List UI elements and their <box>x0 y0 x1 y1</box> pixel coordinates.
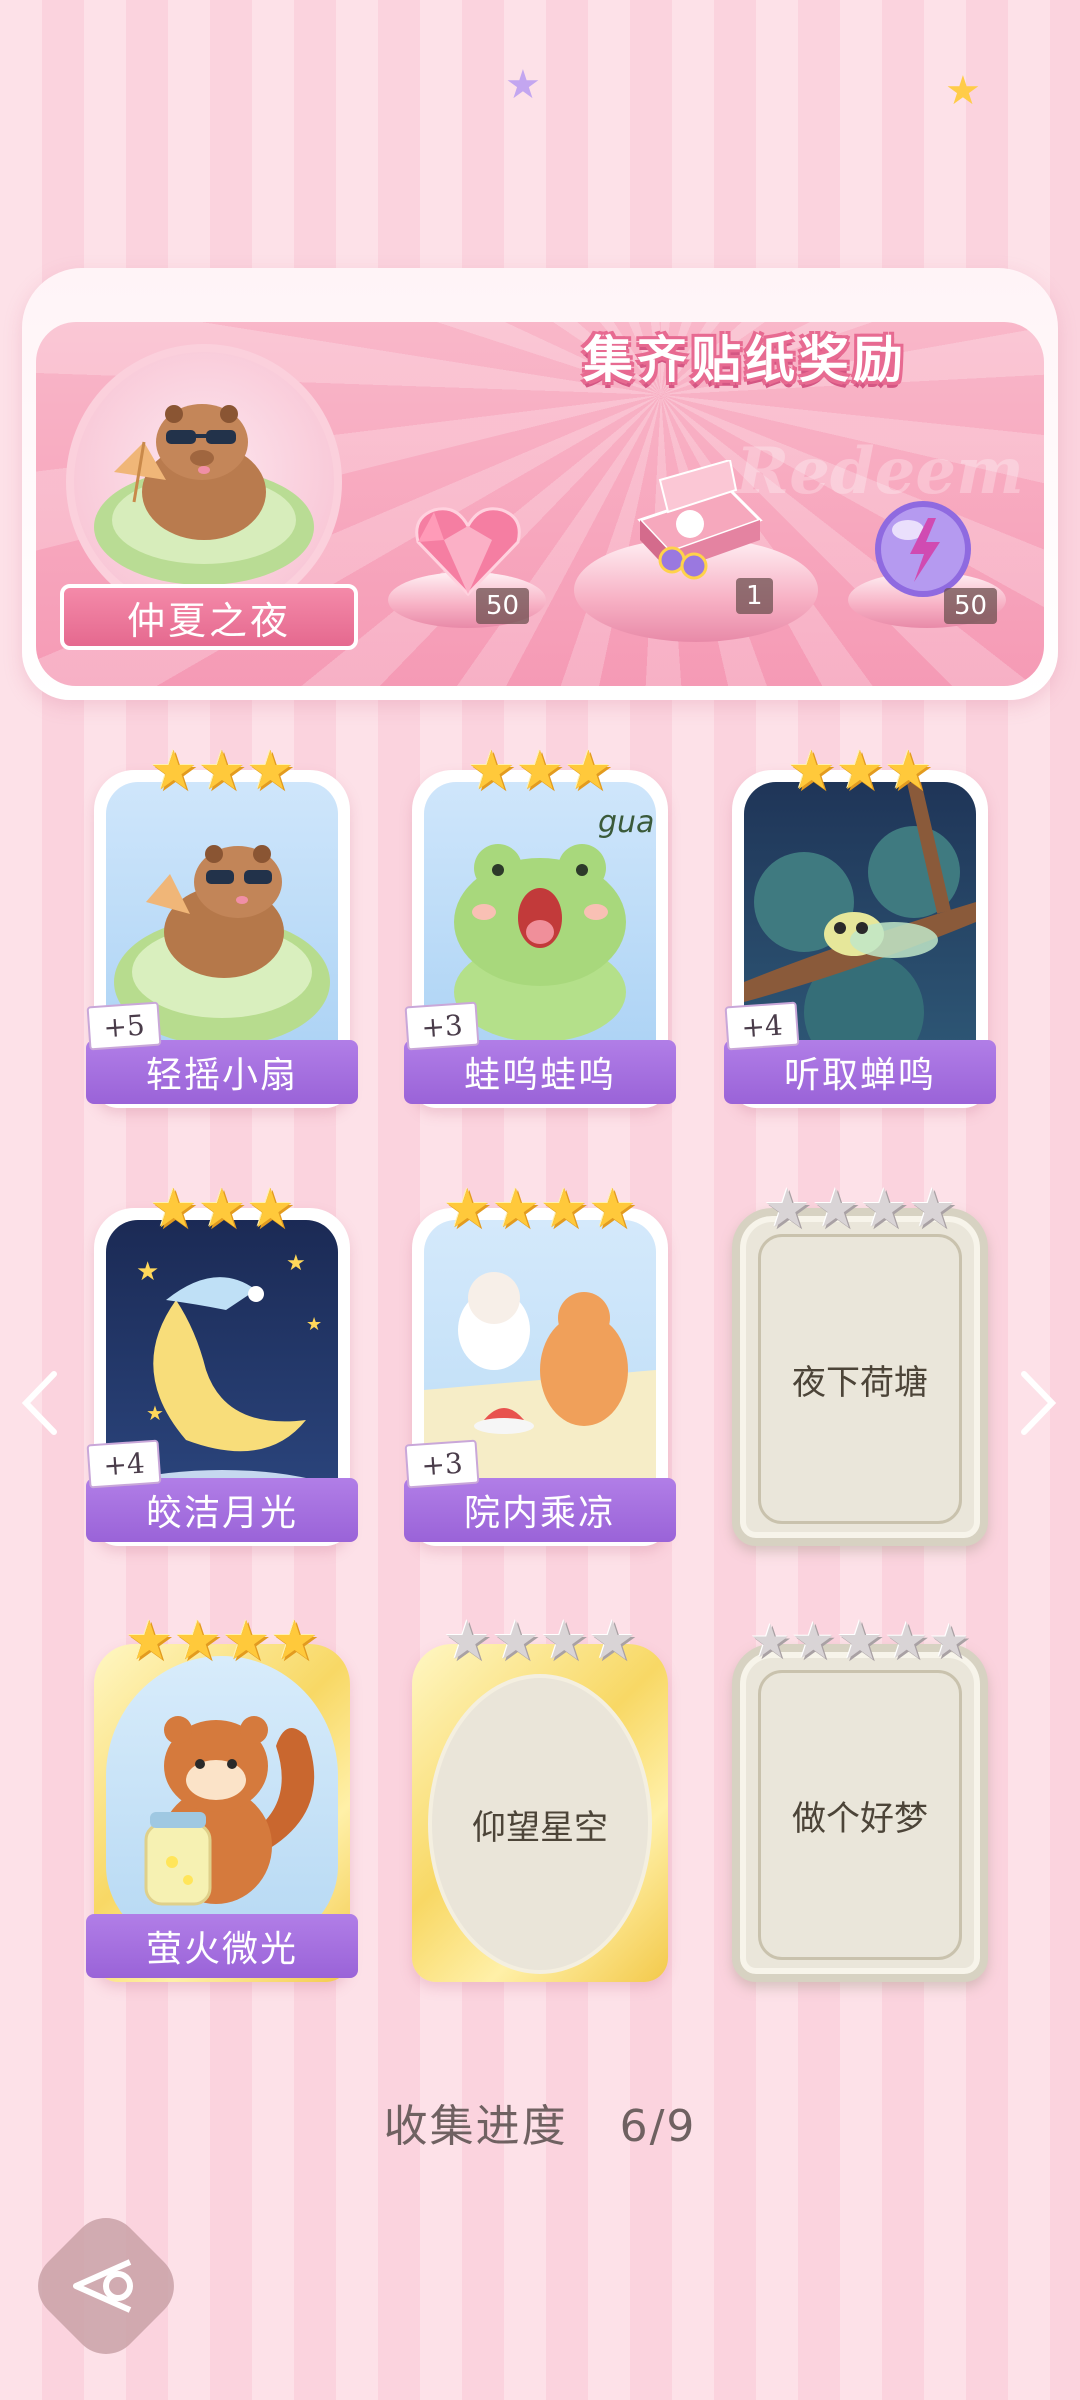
chevron-right-icon <box>1021 1371 1057 1435</box>
sticker-card-1[interactable]: ★ ★ ★ 轻摇小扇 +5 <box>86 742 358 1108</box>
back-arrow-icon <box>73 2259 133 2313</box>
svg-text:★: ★ <box>286 1251 306 1276</box>
star-empty-icon: ★ <box>860 1177 909 1240</box>
star-icon: ★ <box>149 739 198 802</box>
collection-progress: 收集进度 6/9 <box>0 2090 1080 2154</box>
star-empty-icon: ★ <box>540 1609 589 1672</box>
star-icon: ★ <box>588 1177 637 1240</box>
star-empty-icon: ★ <box>908 1177 957 1240</box>
banner-title-container: 集齐贴纸奖励 <box>520 316 970 396</box>
star-icon: ★ <box>149 1177 198 1240</box>
sticker-card-9[interactable]: 做个好梦 ★ ★ ★ ★ ★ <box>732 1612 988 1982</box>
bonus-tag: +5 <box>86 1001 162 1051</box>
sticker-name: 皎洁月光 <box>86 1478 358 1542</box>
reward-count-3: 50 <box>944 588 998 624</box>
sticker-card-6[interactable]: 夜下荷塘 ★ ★ ★ ★ <box>732 1180 988 1546</box>
star-icon: ★ <box>246 739 295 802</box>
bonus-tag: +3 <box>404 1001 480 1051</box>
sticker-card-3[interactable]: ★ ★ ★ 听取蝉鸣 +4 <box>724 742 996 1108</box>
star-rating: ★ ★ ★ ★ <box>732 1180 988 1238</box>
star-empty-icon: ★ <box>443 1609 492 1672</box>
star-empty-icon: ★ <box>491 1609 540 1672</box>
star-icon: ★ <box>197 1177 247 1240</box>
star-icon: ★ <box>270 1609 319 1672</box>
star-icon: ★ <box>564 739 613 802</box>
bonus-tag: +3 <box>404 1439 480 1489</box>
sticker-name: 蛙呜蛙呜 <box>404 1040 676 1104</box>
star-empty-icon: ★ <box>929 1614 971 1668</box>
star-empty-icon: ★ <box>790 1612 836 1670</box>
sticker-card-4[interactable]: ★ ★ ★ ★ ★ ★ ★ 皎洁月光 +4 <box>86 1180 358 1546</box>
sticker-name: 夜下荷塘 <box>758 1234 962 1524</box>
progress-value: 6/9 <box>619 2101 697 2152</box>
chevron-left-icon <box>21 1371 57 1435</box>
set-avatar[interactable] <box>66 344 342 620</box>
star-icon: ★ <box>491 1177 540 1240</box>
sticker-card-8[interactable]: 仰望星空 ★ ★ ★ ★ <box>412 1612 668 1982</box>
progress-label: 收集进度 <box>383 2101 568 2152</box>
reward-count-1: 50 <box>476 588 530 624</box>
star-empty-icon: ★ <box>835 1609 885 1672</box>
sticker-name: 院内乘凉 <box>404 1478 676 1542</box>
star-rating: ★ ★ ★ ★ ★ <box>732 1609 988 1672</box>
sticker-name: 做个好梦 <box>758 1670 962 1960</box>
next-page-button[interactable] <box>1018 1370 1058 1436</box>
star-icon: ★ <box>125 1609 174 1672</box>
sticker-name: 萤火微光 <box>86 1914 358 1978</box>
star-rating: ★ ★ ★ ★ <box>412 1612 668 1670</box>
star-empty-icon: ★ <box>749 1614 791 1668</box>
star-rating: ★ ★ ★ <box>94 1180 350 1238</box>
star-rating: ★ ★ ★ <box>732 742 988 800</box>
star-rating: ★ ★ ★ <box>94 742 350 800</box>
pink-heart-gem-icon <box>415 507 521 597</box>
squirrel-firefly-icon <box>144 1716 315 1906</box>
prev-page-button[interactable] <box>20 1370 60 1436</box>
star-icon: ★ <box>540 1177 589 1240</box>
star-empty-icon: ★ <box>884 1612 930 1670</box>
star-icon: ★ <box>173 1609 222 1672</box>
card-art <box>106 1656 338 1956</box>
sticker-card-2[interactable]: gua ★ ★ ★ 蛙呜蛙呜 +3 <box>404 742 676 1108</box>
sticker-card-7[interactable]: ★ ★ ★ ★ 萤火微光 <box>86 1612 358 1982</box>
star-icon: ★ <box>246 1177 295 1240</box>
capybara-fan-icon <box>94 404 314 585</box>
star-rating: ★ ★ ★ ★ <box>94 1612 350 1670</box>
sticker-name: 仰望星空 <box>428 1674 652 1974</box>
back-button[interactable] <box>48 2228 164 2344</box>
bonus-tag: +4 <box>724 1001 800 1051</box>
banner-title: 集齐贴纸奖励 <box>583 331 907 389</box>
star-icon: ★ <box>197 739 247 802</box>
sticker-name: 轻摇小扇 <box>86 1040 358 1104</box>
gift-box-icon <box>637 458 763 580</box>
star-icon: ★ <box>222 1609 271 1672</box>
svg-text:★: ★ <box>146 1401 164 1425</box>
sticker-card-5[interactable]: ★ ★ ★ ★ 院内乘凉 +3 <box>404 1180 676 1546</box>
star-icon: ★ <box>467 739 516 802</box>
set-name: 仲夏之夜 <box>126 598 291 643</box>
star-rating: ★ ★ ★ <box>412 742 668 800</box>
purple-star-icon: ★ <box>505 62 541 108</box>
star-rating: ★ ★ ★ ★ <box>412 1180 668 1238</box>
svg-text:★: ★ <box>136 1257 159 1287</box>
star-empty-icon: ★ <box>588 1609 637 1672</box>
reward-2[interactable] <box>620 458 770 590</box>
reward-count-2: 1 <box>736 578 773 614</box>
star-icon: ★ <box>835 739 885 802</box>
star-empty-icon: ★ <box>811 1177 860 1240</box>
sticker-name: 听取蝉鸣 <box>724 1040 996 1104</box>
star-icon: ★ <box>787 739 836 802</box>
set-name-ribbon: 仲夏之夜 <box>60 584 358 650</box>
star-empty-icon: ★ <box>763 1177 812 1240</box>
reward-1[interactable] <box>408 500 528 600</box>
svg-text:★: ★ <box>306 1314 322 1335</box>
star-icon: ★ <box>884 739 933 802</box>
star-icon: ★ <box>515 739 565 802</box>
bonus-tag: +4 <box>86 1439 162 1489</box>
star-icon: ★ <box>443 1177 492 1240</box>
frog-sound-text: gua <box>598 805 654 840</box>
yellow-star-icon: ★ <box>945 68 981 114</box>
